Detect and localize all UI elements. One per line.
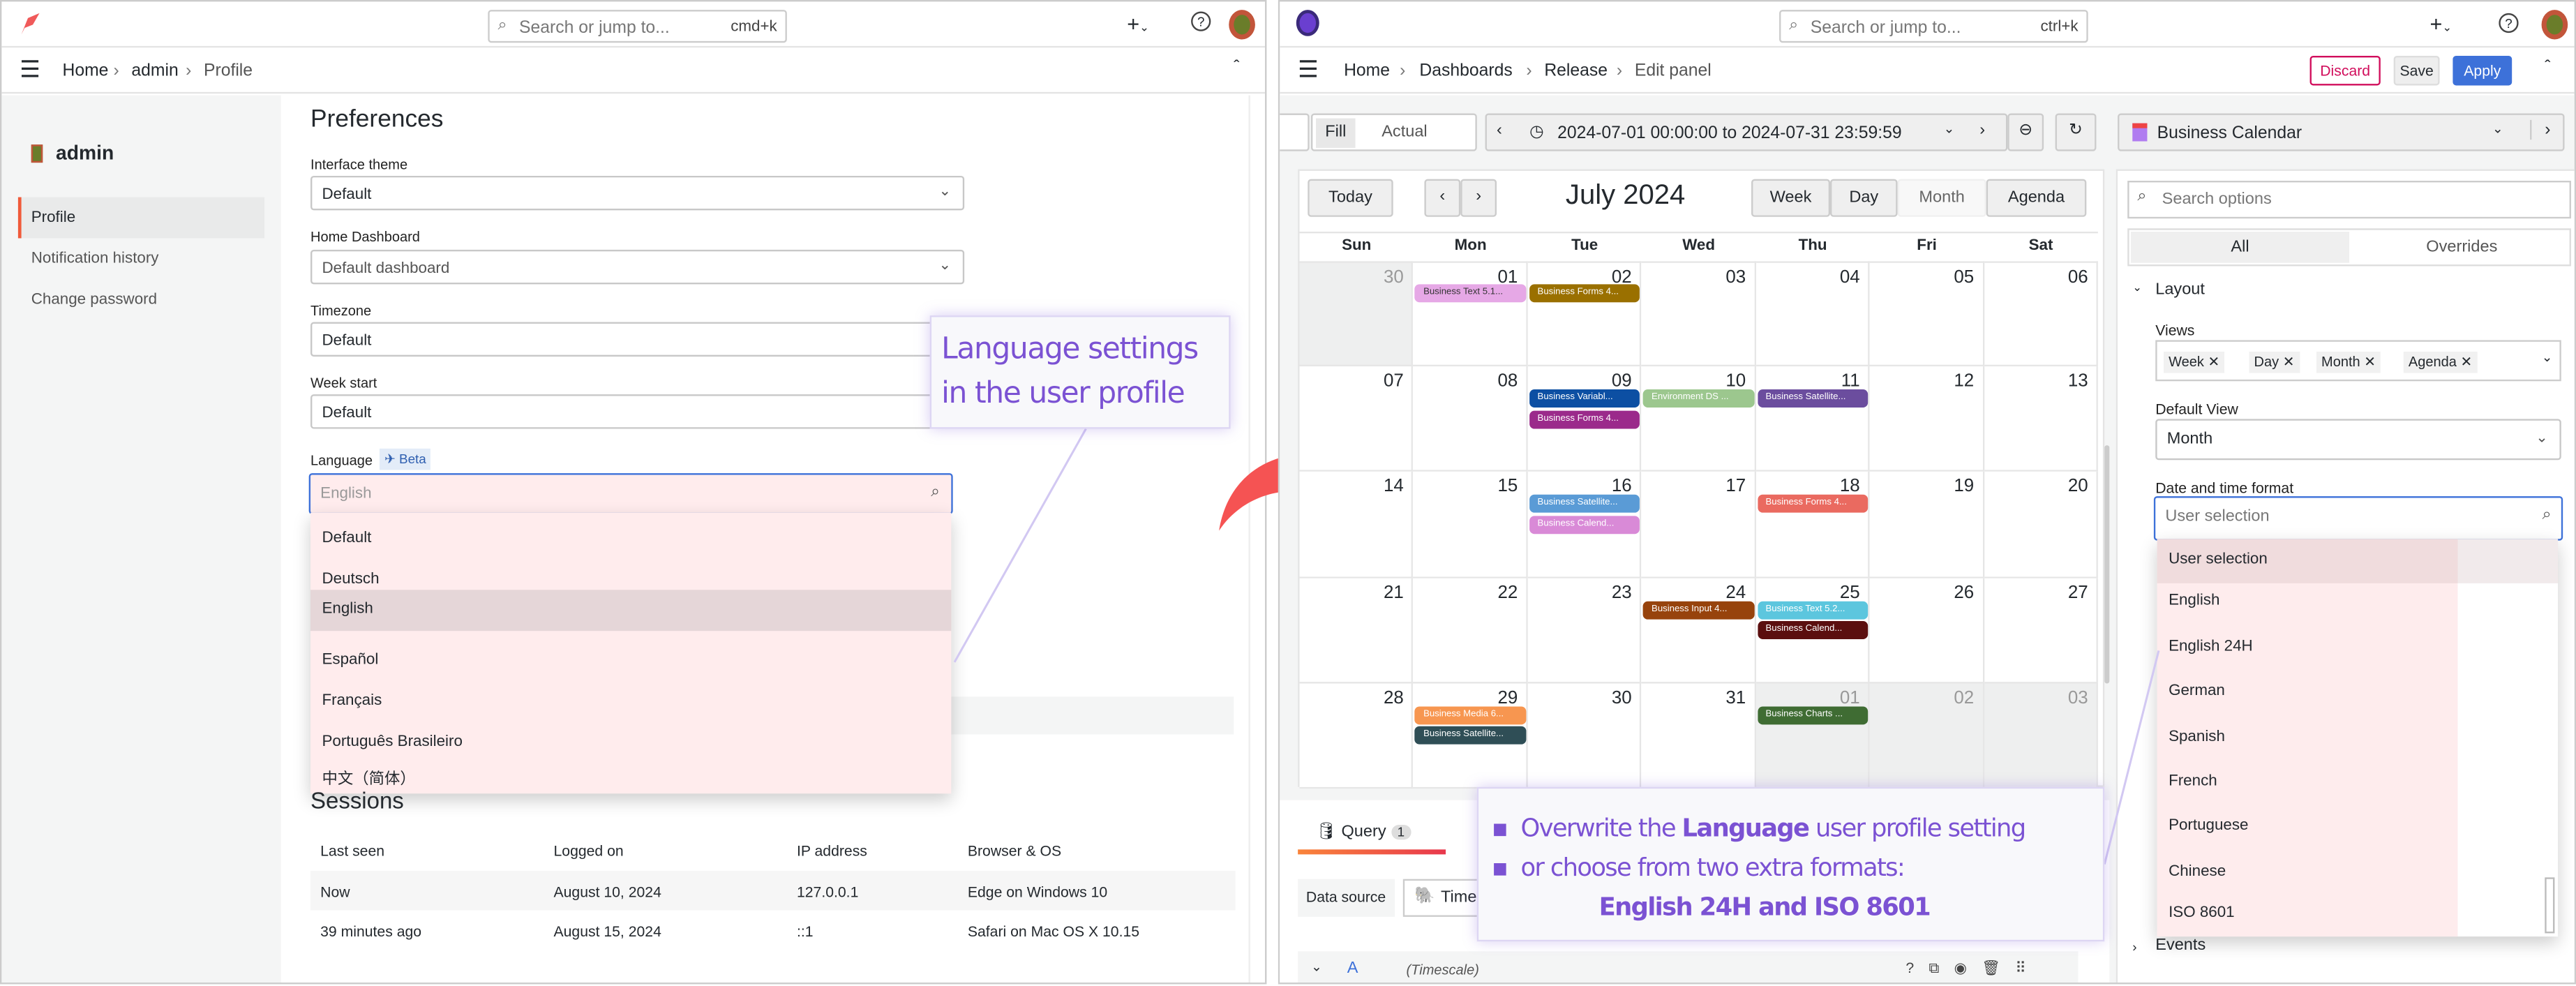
callout-line: in the user profile bbox=[941, 376, 1185, 411]
callout-text: or choose from two extra formats: bbox=[1520, 853, 1905, 883]
callout-line: English 24H and ISO 8601 bbox=[1598, 892, 1931, 922]
callout-text: Overwrite the bbox=[1520, 813, 1682, 843]
callout-text: user profile setting bbox=[1809, 813, 2026, 843]
profile-window: ⌕ Search or jump to... cmd+k +⌄ ? ☰ Home… bbox=[0, 0, 1267, 985]
callout-line: ▪ Overwrite the Language user profile se… bbox=[1491, 813, 2026, 843]
screenshot-composite: ⌕ Search or jump to... cmd+k +⌄ ? ☰ Home… bbox=[0, 0, 2576, 986]
callout-bold: Language bbox=[1682, 813, 1810, 843]
edit-panel-window: ⌕ Search or jump to... ctrl+k +⌄ ? ☰ Hom… bbox=[1278, 0, 2576, 985]
callout-line: Language settings bbox=[941, 331, 1199, 367]
callout-line: ▪ or choose from two extra formats: bbox=[1491, 853, 1905, 883]
callout-language-settings: Language settings in the user profile bbox=[929, 315, 1231, 429]
callout-datetime-formats: ▪ Overwrite the Language user profile se… bbox=[1476, 786, 2105, 942]
callout-connector bbox=[953, 428, 1087, 663]
